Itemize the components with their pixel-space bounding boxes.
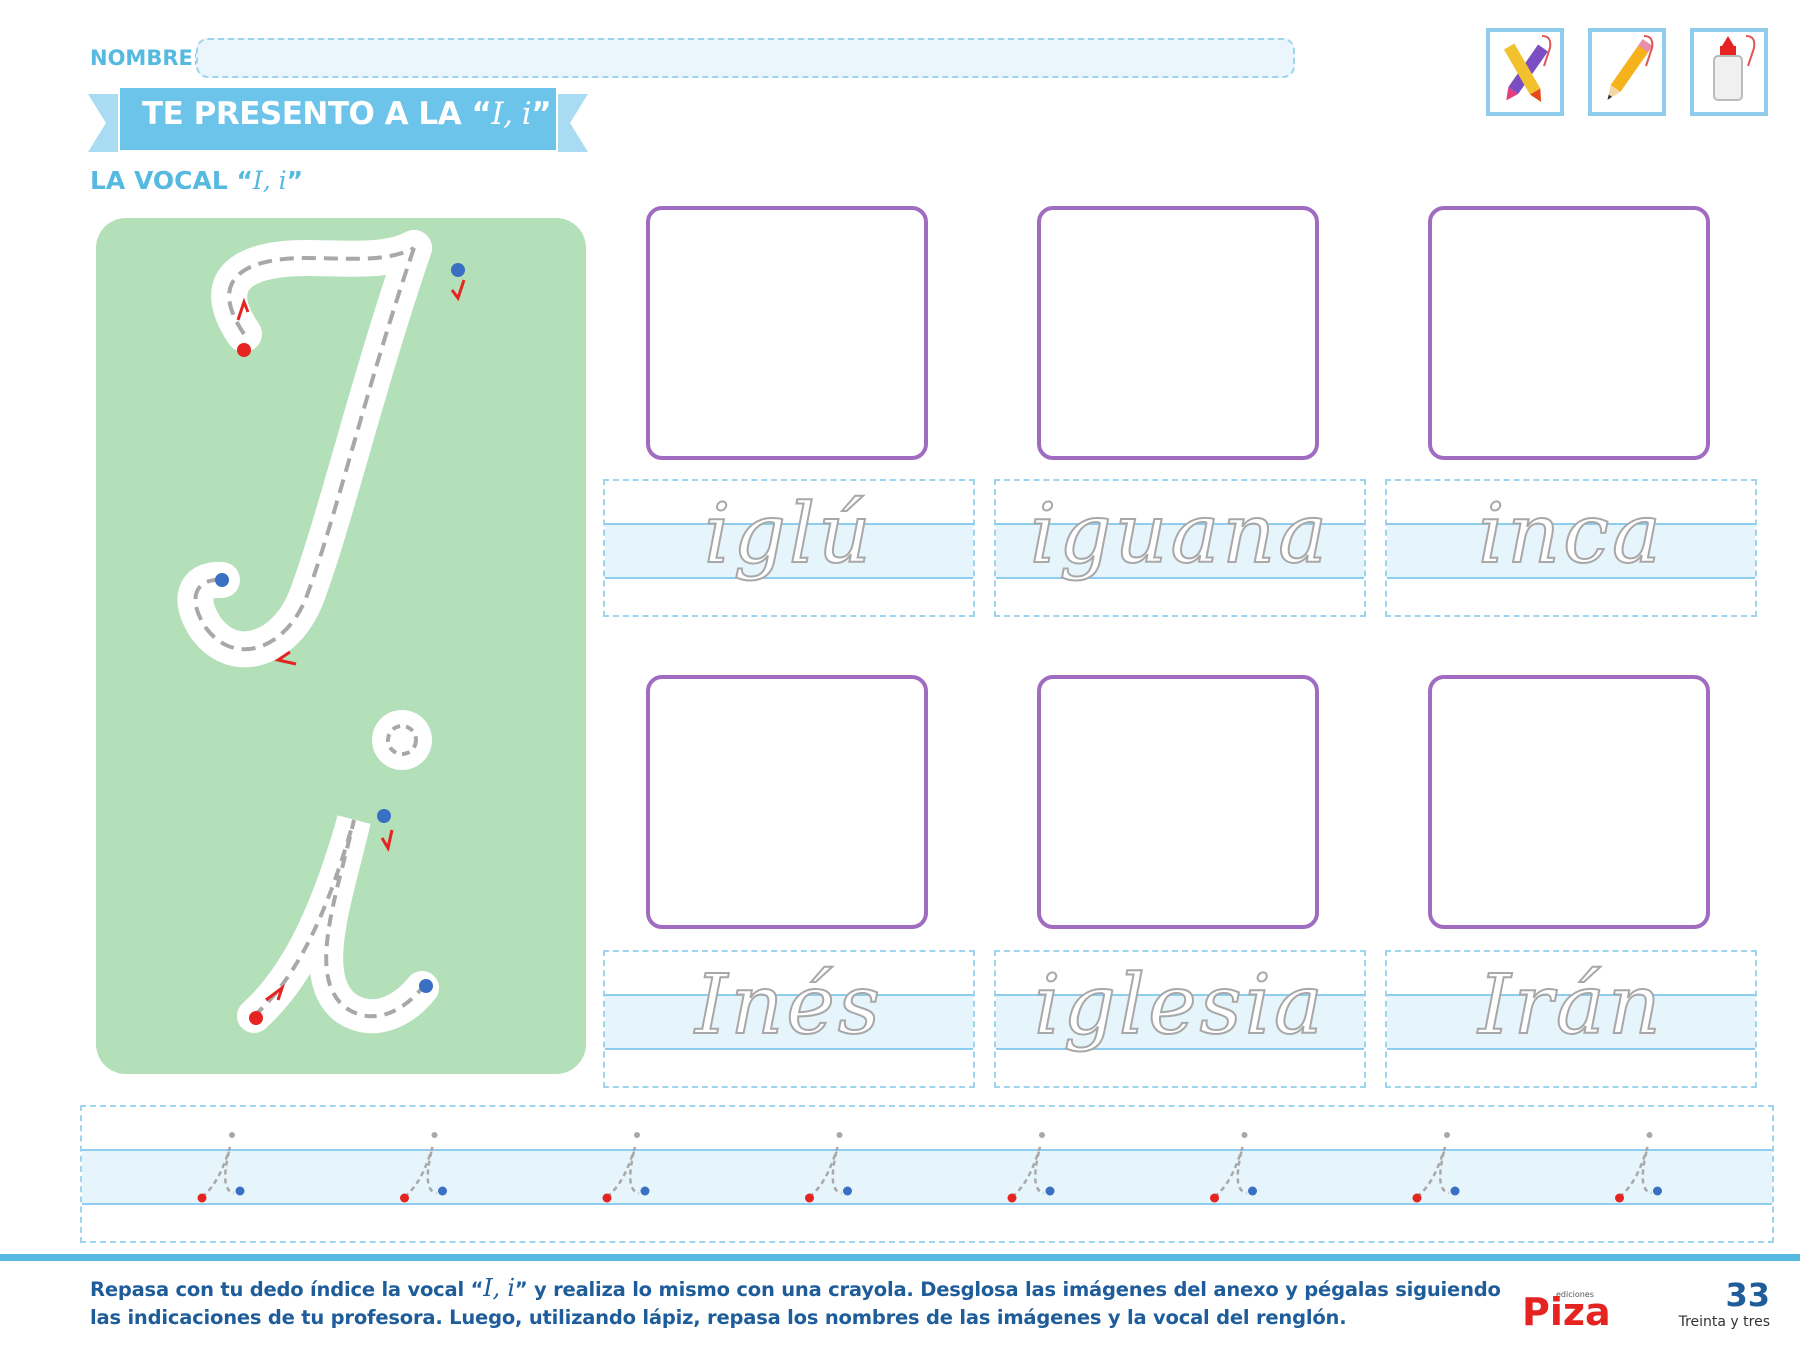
picture-frame-1[interactable]: [646, 206, 928, 460]
word-trace-text: iglesia: [1033, 957, 1326, 1054]
practice-letter-i: [1615, 1132, 1662, 1203]
pencil-icon: [1588, 28, 1666, 116]
picture-frame-6[interactable]: [1428, 675, 1710, 929]
crayons-icon: [1486, 28, 1564, 116]
page-number-words: Treinta y tres: [1678, 1314, 1770, 1330]
picture-frame-5[interactable]: [1037, 675, 1319, 929]
practice-letter-i: [602, 1132, 650, 1203]
brand-logo: Piza: [1522, 1290, 1611, 1334]
practice-row[interactable]: [80, 1105, 1774, 1243]
name-label: NOMBRE:: [90, 46, 202, 70]
section-subtitle: LA VOCAL “I, i”: [90, 166, 304, 195]
instructions-text: Repasa con tu dedo índice la vocal “I, i…: [90, 1274, 1501, 1329]
word-trace-box-6[interactable]: Irán: [1385, 950, 1757, 1088]
word-trace-box-3[interactable]: inca: [1385, 479, 1757, 617]
word-trace-box-5[interactable]: iglesia: [994, 950, 1366, 1088]
word-trace-box-1[interactable]: iglú: [603, 479, 975, 617]
word-trace-text: iguana: [1029, 486, 1331, 583]
name-field[interactable]: [196, 38, 1295, 78]
practice-letter-i: [197, 1132, 245, 1203]
letter-trace-I-and-i: [177, 230, 466, 1034]
picture-frame-3[interactable]: [1428, 206, 1710, 460]
page-number: 33: [1725, 1276, 1770, 1314]
practice-letters: [197, 1132, 1662, 1203]
practice-letter-i: [1210, 1132, 1257, 1203]
page-title: TE PRESENTO A LA “I, i”: [142, 96, 552, 132]
practice-letter-i: [1412, 1132, 1460, 1203]
picture-frame-2[interactable]: [1037, 206, 1319, 460]
word-trace-text: Irán: [1477, 957, 1664, 1054]
footer-divider: [0, 1254, 1800, 1261]
picture-frame-4[interactable]: [646, 675, 928, 929]
word-trace-text: inca: [1477, 486, 1664, 583]
word-trace-box-4[interactable]: Inés: [603, 950, 975, 1088]
word-trace-text: Inés: [694, 957, 883, 1054]
word-trace-text: iglú: [703, 486, 874, 583]
practice-letter-i: [400, 1132, 447, 1203]
practice-letter-i: [805, 1132, 852, 1203]
glue-icon: [1690, 28, 1768, 116]
practice-letter-i: [1007, 1132, 1055, 1203]
word-trace-box-2[interactable]: iguana: [994, 479, 1366, 617]
